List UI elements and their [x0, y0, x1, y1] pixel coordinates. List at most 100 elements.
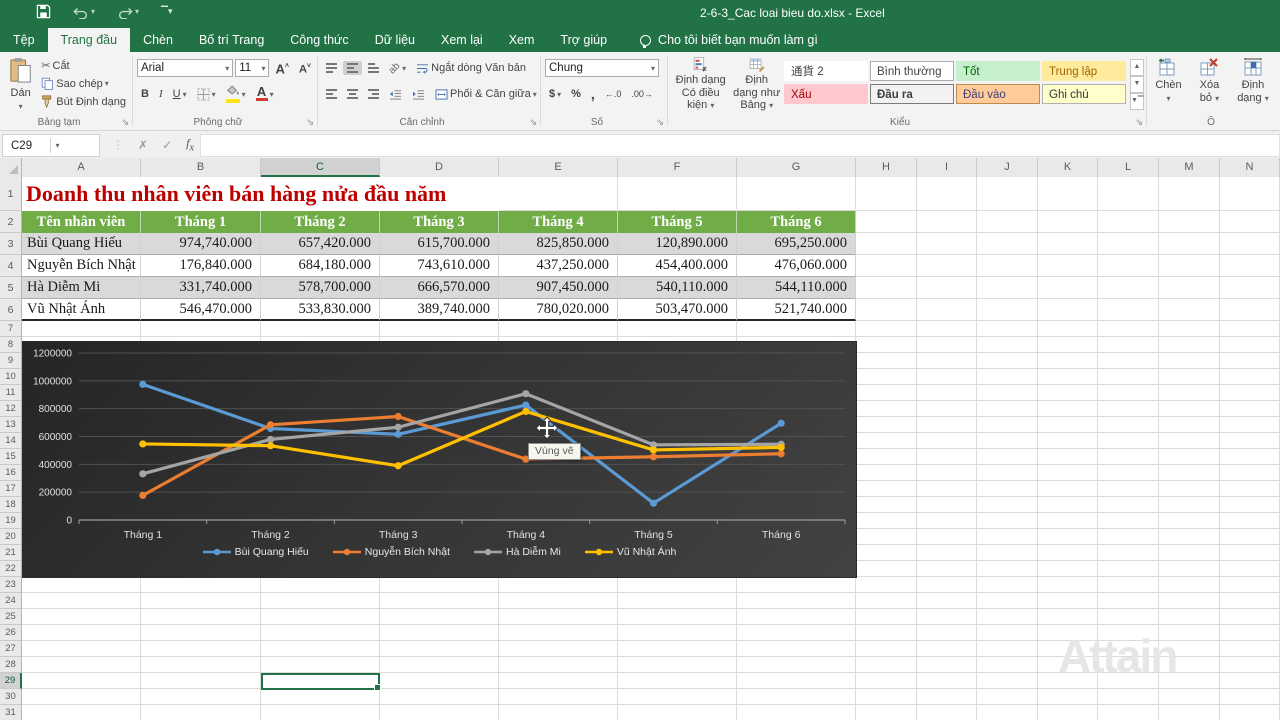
- row-header-7[interactable]: 7: [0, 321, 22, 337]
- format-as-table-button[interactable]: Định dạng như Bảng ▾: [729, 55, 784, 114]
- column-header-M[interactable]: M: [1159, 158, 1220, 177]
- styles-dialog-launcher[interactable]: ⇘: [1135, 117, 1143, 128]
- chart-area[interactable]: 020000040000060000080000010000001200000T…: [23, 342, 856, 577]
- cell-style-chip[interactable]: Bình thường: [870, 61, 954, 81]
- column-header-G[interactable]: G: [737, 158, 856, 177]
- row-header-19[interactable]: 19: [0, 513, 22, 529]
- revenue-value-cell[interactable]: 657,420.000: [261, 233, 380, 255]
- row-header-16[interactable]: 16: [0, 465, 22, 481]
- select-all-corner[interactable]: [0, 158, 22, 177]
- alignment-dialog-launcher[interactable]: ⇘: [529, 117, 537, 128]
- column-header-E[interactable]: E: [499, 158, 618, 177]
- table-header-cell[interactable]: Tên nhân viên: [22, 211, 141, 233]
- revenue-value-cell[interactable]: 503,470.000: [618, 299, 737, 321]
- employee-name-cell[interactable]: Hà Diễm Mi: [22, 277, 141, 299]
- row-header-30[interactable]: 30: [0, 689, 22, 705]
- row-header-10[interactable]: 10: [0, 369, 22, 385]
- employee-name-cell[interactable]: Bùi Quang Hiếu: [22, 233, 141, 255]
- revenue-value-cell[interactable]: 544,110.000: [737, 277, 856, 299]
- increase-indent-button[interactable]: [408, 87, 429, 102]
- row-header-22[interactable]: 22: [0, 561, 22, 577]
- decrease-decimal-button[interactable]: .00→: [627, 87, 657, 101]
- row-header-27[interactable]: 27: [0, 641, 22, 657]
- revenue-value-cell[interactable]: 825,850.000: [499, 233, 618, 255]
- column-header-N[interactable]: N: [1220, 158, 1280, 177]
- revenue-value-cell[interactable]: 176,840.000: [141, 255, 261, 277]
- undo-button[interactable]: ▾: [73, 5, 95, 19]
- selected-cell-C29[interactable]: [261, 673, 380, 690]
- table-header-cell[interactable]: Tháng 4: [499, 211, 618, 233]
- underline-button[interactable]: U▾: [169, 86, 191, 102]
- cell-style-chip[interactable]: Ghi chú: [1042, 84, 1126, 104]
- copy-button[interactable]: Sao chép▾: [37, 75, 130, 92]
- italic-button[interactable]: I: [155, 86, 167, 102]
- align-right-button[interactable]: [364, 87, 383, 100]
- revenue-value-cell[interactable]: 974,740.000: [141, 233, 261, 255]
- column-header-J[interactable]: J: [977, 158, 1038, 177]
- table-header-cell[interactable]: Tháng 3: [380, 211, 499, 233]
- row-header-11[interactable]: 11: [0, 385, 22, 401]
- revenue-value-cell[interactable]: 780,020.000: [499, 299, 618, 321]
- revenue-value-cell[interactable]: 476,060.000: [737, 255, 856, 277]
- decrease-indent-button[interactable]: [385, 87, 406, 102]
- column-header-D[interactable]: D: [380, 158, 499, 177]
- font-color-button[interactable]: A▾: [252, 85, 278, 104]
- name-box-splitter[interactable]: ⋮: [112, 138, 124, 152]
- table-header-cell[interactable]: Tháng 1: [141, 211, 261, 233]
- cell-style-chip[interactable]: Trung lập: [1042, 61, 1126, 81]
- row-header-6[interactable]: 6: [0, 299, 22, 321]
- font-name-select[interactable]: Arial▾: [137, 59, 233, 77]
- row-header-17[interactable]: 17: [0, 481, 22, 497]
- number-dialog-launcher[interactable]: ⇘: [656, 117, 664, 128]
- row-header-26[interactable]: 26: [0, 625, 22, 641]
- revenue-value-cell[interactable]: 331,740.000: [141, 277, 261, 299]
- align-top-button[interactable]: [322, 61, 341, 74]
- format-cells-button[interactable]: Định dạng ▾: [1233, 55, 1273, 114]
- ribbon-tab[interactable]: Trang đầu: [48, 28, 131, 52]
- sheet-grid[interactable]: 1234567891011121314151617181920212223242…: [0, 177, 1280, 720]
- row-header-3[interactable]: 3: [0, 233, 22, 255]
- customize-qat-button[interactable]: ▔▾: [161, 6, 172, 17]
- column-header-A[interactable]: A: [22, 158, 141, 177]
- wrap-text-button[interactable]: Ngắt dòng Văn bản: [412, 60, 530, 76]
- column-header-B[interactable]: B: [141, 158, 261, 177]
- insert-cells-button[interactable]: Chèn▾: [1151, 55, 1186, 114]
- bold-button[interactable]: B: [137, 86, 153, 102]
- insert-function-icon[interactable]: fx: [186, 136, 194, 153]
- revenue-value-cell[interactable]: 120,890.000: [618, 233, 737, 255]
- row-header-20[interactable]: 20: [0, 529, 22, 545]
- revenue-value-cell[interactable]: 666,570.000: [380, 277, 499, 299]
- ribbon-tab[interactable]: Công thức: [277, 28, 361, 52]
- revenue-value-cell[interactable]: 907,450.000: [499, 277, 618, 299]
- revenue-value-cell[interactable]: 540,110.000: [618, 277, 737, 299]
- row-header-2[interactable]: 2: [0, 211, 22, 233]
- orientation-button[interactable]: ab▾: [385, 61, 410, 76]
- revenue-value-cell[interactable]: 743,610.000: [380, 255, 499, 277]
- ribbon-tab[interactable]: Tệp: [0, 28, 48, 52]
- column-header-C[interactable]: C: [261, 158, 380, 177]
- row-header-9[interactable]: 9: [0, 353, 22, 369]
- cell-style-chip[interactable]: Đầu ra: [870, 84, 954, 104]
- row-header-14[interactable]: 14: [0, 433, 22, 449]
- table-header-cell[interactable]: Tháng 6: [737, 211, 856, 233]
- revenue-value-cell[interactable]: 615,700.000: [380, 233, 499, 255]
- align-bottom-button[interactable]: [364, 61, 383, 74]
- cancel-icon[interactable]: ✗: [138, 138, 148, 152]
- row-header-31[interactable]: 31: [0, 705, 22, 720]
- revenue-value-cell[interactable]: 389,740.000: [380, 299, 499, 321]
- merge-center-button[interactable]: Phối & Căn giữa▾: [431, 86, 541, 102]
- ribbon-tab[interactable]: Chèn: [130, 28, 186, 52]
- revenue-value-cell[interactable]: 521,740.000: [737, 299, 856, 321]
- revenue-value-cell[interactable]: 684,180.000: [261, 255, 380, 277]
- gallery-down-icon[interactable]: ▼: [1130, 76, 1144, 93]
- font-dialog-launcher[interactable]: ⇘: [306, 117, 314, 128]
- revenue-value-cell[interactable]: 695,250.000: [737, 233, 856, 255]
- borders-button[interactable]: ▾: [193, 86, 220, 103]
- column-header-F[interactable]: F: [618, 158, 737, 177]
- row-header-25[interactable]: 25: [0, 609, 22, 625]
- ribbon-tab[interactable]: Xem lại: [428, 28, 496, 52]
- revenue-value-cell[interactable]: 546,470.000: [141, 299, 261, 321]
- ribbon-tab[interactable]: Dữ liệu: [362, 28, 428, 52]
- fill-color-button[interactable]: ▾: [222, 83, 250, 105]
- gallery-scrollbar[interactable]: ▲ ▼ ▼▔: [1130, 59, 1144, 110]
